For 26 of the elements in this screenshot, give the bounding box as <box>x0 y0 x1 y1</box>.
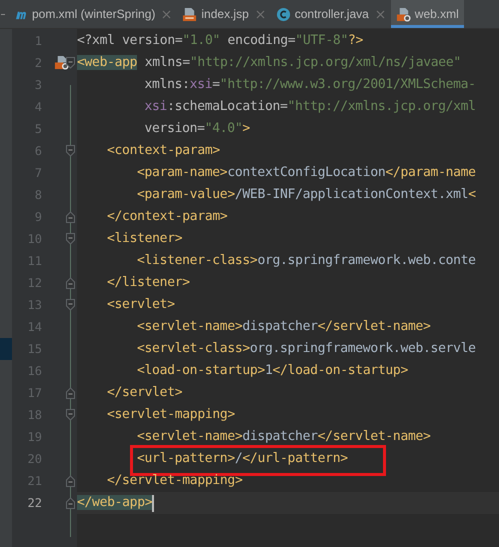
code-line: </listener> <box>107 274 190 292</box>
code-line: </servlet> <box>107 384 182 402</box>
code-line: xsi:schemaLocation="http://xmlns.jcp.org/xml <box>144 98 476 116</box>
code-line: </context-param> <box>107 208 228 226</box>
code-line: <load-on-startup>1</load-on-startup> <box>137 362 408 380</box>
code-line: <servlet-class>org.springframework.web.servle <box>137 340 476 358</box>
code-line: xmlns:xsi="http://www.w3.org/2001/XMLSchema- <box>144 76 476 94</box>
code-line: version="4.0"> <box>144 120 250 138</box>
line-number: 22 <box>26 495 42 512</box>
code-line: <servlet-name>dispatcher</servlet-name> <box>137 318 431 336</box>
code-line: <listener-class>org.springframework.web.conte <box>137 252 476 270</box>
code-line: <servlet-mapping> <box>107 406 235 424</box>
code-line: <web-app xmlns="http://xmlns.jcp.org/xml/ns/javaee" <box>77 54 461 72</box>
code-line: <url-pattern>/</url-pattern> <box>137 450 348 468</box>
code-line: <param-name>contextConfigLocation</param-name <box>137 164 476 182</box>
code-line: <servlet-name>dispatcher</servlet-name> <box>137 428 431 446</box>
editor-tab[interactable]: pom.xml (winterSpring) <box>10 0 178 28</box>
code-line: <?xml version="1.0" encoding="UTF-8"?> <box>77 32 364 50</box>
editor-tab[interactable]: index.jsp <box>177 0 271 28</box>
editor-tab[interactable]: controller.java <box>270 0 391 28</box>
code-line: <context-param> <box>107 142 220 160</box>
code-line: <param-value>/WEB-INF/applicationContext.xml< <box>137 186 476 204</box>
code-line: <listener> <box>107 230 182 248</box>
code-line: </servlet-mapping> <box>107 472 242 490</box>
code-line: <servlet> <box>107 296 175 314</box>
editor-tab[interactable]: web.xml <box>390 0 464 28</box>
